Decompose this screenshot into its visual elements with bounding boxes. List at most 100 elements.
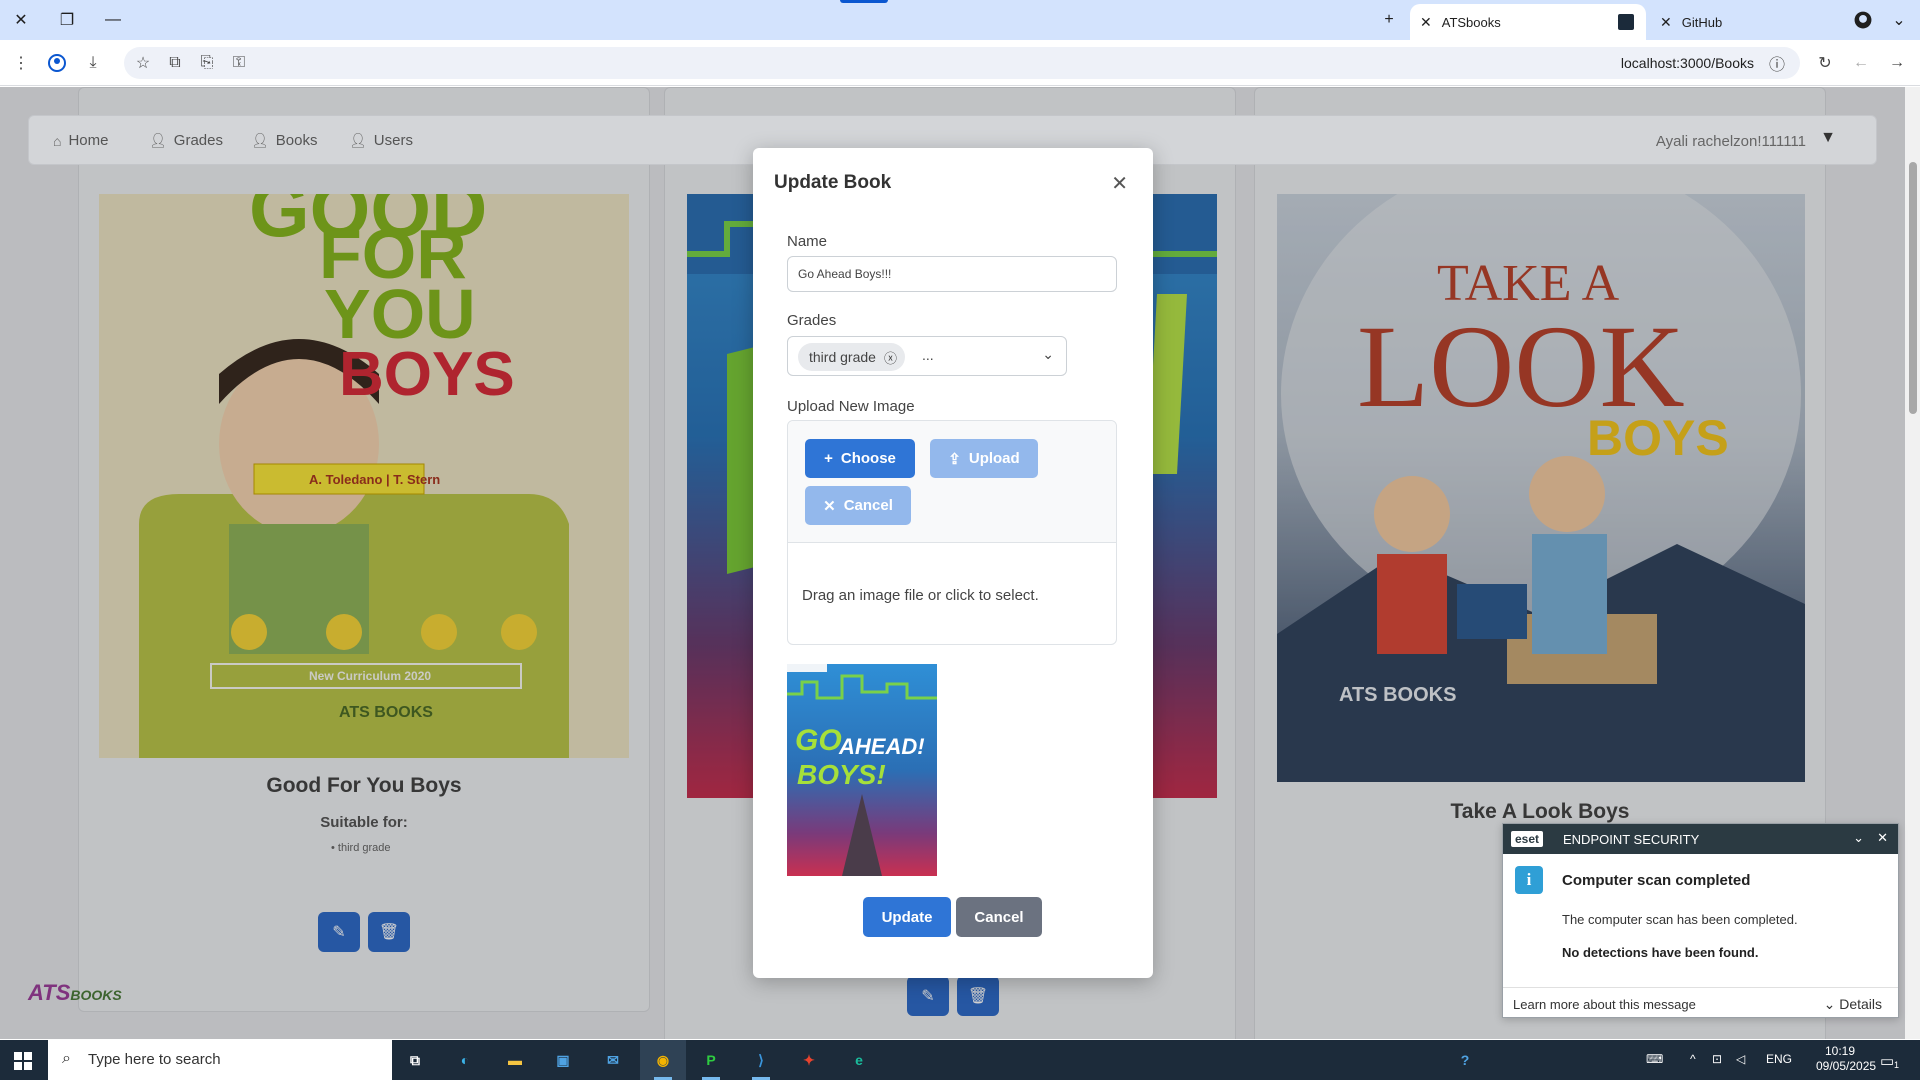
page-scrollbar[interactable]	[1905, 87, 1920, 1039]
grades-multiselect[interactable]: third grade ⓧ ... ⌄	[787, 336, 1067, 376]
tab-github[interactable]: ✕ GitHub	[1650, 4, 1840, 40]
scrollbar-thumb[interactable]	[1909, 162, 1917, 414]
volume-icon[interactable]: ◁	[1736, 1052, 1745, 1066]
update-book-dialog: Update Book ✕ Name Go Ahead Boys!!! Grad…	[753, 148, 1153, 978]
current-image-preview: GO AHEAD! BOYS!	[787, 664, 937, 876]
cancel-button[interactable]: Cancel	[956, 897, 1042, 937]
nav-item-home[interactable]: ⌂ Home	[53, 132, 108, 149]
preview-text: GO	[795, 724, 842, 757]
chevron-down-icon[interactable]: ⌄	[1042, 346, 1054, 363]
eset-notification: eset ENDPOINT SECURITY ⌄ ✕ i Computer sc…	[1502, 823, 1899, 1018]
windows-taskbar: ⌕ Type here to search ⧉ ◐ ▬ ▣ ✉ ◉ P ⟩ ✦ …	[0, 1040, 1920, 1080]
user-name: Ayali rachelzon!111111	[1655, 133, 1806, 150]
back-icon[interactable]: ←	[1850, 52, 1872, 74]
profile-icon[interactable]	[46, 52, 68, 74]
home-icon: ⌂	[53, 132, 62, 149]
eset-brand: ENDPOINT SECURITY	[1563, 832, 1700, 847]
learn-more-link[interactable]: Learn more about this message	[1513, 997, 1696, 1012]
keyboard-icon[interactable]: ⌨	[1646, 1052, 1663, 1066]
preview-text: AHEAD!	[839, 734, 925, 759]
update-button[interactable]: Update	[863, 897, 951, 937]
url-text[interactable]: localhost:3000/Books	[1621, 55, 1754, 71]
nav-item-users[interactable]: 👤︎ Users	[349, 132, 413, 149]
app-icon[interactable]: P	[698, 1048, 724, 1072]
edge-icon[interactable]: ◐	[452, 1048, 478, 1072]
download-icon[interactable]: ⤓	[82, 52, 104, 74]
notification-result: No detections have been found.	[1562, 945, 1759, 960]
minimize-icon[interactable]: —	[100, 8, 126, 32]
user-menu-caret-icon[interactable]: ▼	[1820, 129, 1836, 147]
site-info-icon[interactable]: ⓘ	[1766, 52, 1788, 74]
forward-icon[interactable]: →	[1886, 52, 1908, 74]
name-label: Name	[787, 233, 828, 250]
task-view-icon[interactable]: ⧉	[402, 1048, 428, 1072]
grade-chip: third grade ⓧ	[798, 343, 905, 371]
omnibox[interactable]: ☆ ⧉ ⎘ ⚿ localhost:3000/Books ⓘ	[124, 47, 1800, 79]
cast-icon[interactable]: ⎘	[196, 52, 218, 74]
file-explorer-icon[interactable]: ▬	[502, 1048, 528, 1072]
clock[interactable]: 10:19 09/05/2025	[1816, 1044, 1876, 1074]
show-hidden-icons[interactable]: ^	[1690, 1052, 1696, 1066]
postman-icon[interactable]: ✦	[796, 1048, 822, 1072]
info-icon: i	[1515, 866, 1543, 894]
help-icon[interactable]: ?	[1452, 1048, 1478, 1072]
tab-close-icon[interactable]: ✕	[1420, 14, 1432, 31]
upload-label: Upload New Image	[787, 398, 915, 415]
chrome-icon[interactable]: ◉	[650, 1048, 676, 1072]
tab-atsbooks[interactable]: ✕ ATSbooks	[1410, 4, 1646, 40]
eset-logo: eset	[1511, 831, 1544, 847]
more-indicator: ...	[922, 347, 934, 363]
upload-toolbar: + Choose ⇪ Upload ✕ Cancel	[788, 421, 1116, 543]
address-bar: ⋮ ⤓ ☆ ⧉ ⎘ ⚿ localhost:3000/Books ⓘ ↻ ← →	[0, 40, 1920, 86]
user-icon: 👤︎	[149, 132, 167, 148]
close-window-icon[interactable]: ✕	[8, 8, 34, 32]
eset-header: eset ENDPOINT SECURITY ⌄ ✕	[1503, 824, 1898, 854]
taskbar-search[interactable]: ⌕ Type here to search	[48, 1040, 392, 1080]
chevron-down-icon[interactable]: ⌄	[1886, 8, 1912, 32]
notification-body: The computer scan has been completed.	[1562, 912, 1798, 927]
notification-center-icon[interactable]: ▭	[1880, 1052, 1894, 1070]
notification-footer: Learn more about this message ⌄ Details	[1503, 987, 1898, 1018]
password-key-icon[interactable]: ⚿	[228, 52, 250, 74]
tab-scroll-indicator	[840, 0, 888, 3]
store-icon[interactable]: ▣	[550, 1048, 576, 1072]
star-icon[interactable]: ☆	[132, 52, 154, 74]
vscode-icon[interactable]: ⟩	[748, 1048, 774, 1072]
windows-start-icon[interactable]	[14, 1052, 32, 1070]
close-icon[interactable]: ✕	[1877, 830, 1888, 846]
search-icon: ⌕	[62, 1050, 71, 1067]
collapse-icon[interactable]: ⌄	[1853, 830, 1864, 846]
user-icon: 👤︎	[349, 132, 367, 148]
github-icon[interactable]	[1850, 8, 1876, 32]
upload-button[interactable]: ⇪ Upload	[930, 439, 1038, 478]
network-icon[interactable]: ⊡	[1712, 1052, 1722, 1066]
menu-icon[interactable]: ⋮	[10, 52, 32, 74]
dialog-title: Update Book	[774, 172, 892, 193]
file-upload: + Choose ⇪ Upload ✕ Cancel Drag an image fi…	[787, 420, 1117, 645]
tab-close-icon[interactable]: ✕	[1660, 14, 1672, 31]
choose-button[interactable]: + Choose	[805, 439, 915, 478]
browser-tab-bar: ✕ ❐ — + ✕ ATSbooks ✕ GitHub ⌄	[0, 0, 1920, 40]
new-tab-icon[interactable]: +	[1376, 8, 1402, 32]
grades-label: Grades	[787, 312, 837, 329]
search-placeholder: Type here to search	[88, 1051, 221, 1068]
drop-zone-text[interactable]: Drag an image file or click to select.	[802, 587, 1039, 604]
reload-icon[interactable]: ↻	[1814, 52, 1836, 74]
restore-icon[interactable]: ❐	[54, 8, 80, 32]
notification-count: 1	[1894, 1060, 1900, 1070]
nav-item-grades[interactable]: 👤︎ Grades	[149, 132, 223, 149]
chevron-down-icon: ⌄	[1823, 996, 1840, 1012]
name-input[interactable]: Go Ahead Boys!!!	[787, 256, 1117, 292]
tab-title: GitHub	[1681, 14, 1723, 30]
details-toggle[interactable]: ⌄ Details	[1824, 996, 1882, 1013]
translate-icon[interactable]: ⧉	[164, 52, 186, 74]
language-indicator[interactable]: ENG	[1766, 1052, 1792, 1066]
cancel-upload-button[interactable]: ✕ Cancel	[805, 486, 911, 525]
remove-chip-icon[interactable]: ⓧ	[884, 348, 897, 367]
app-e-icon[interactable]: e	[846, 1048, 872, 1072]
close-icon[interactable]: ✕	[1111, 171, 1128, 196]
user-icon: 👤︎	[251, 132, 269, 148]
mail-icon[interactable]: ✉	[600, 1048, 626, 1072]
nav-item-books[interactable]: 👤︎ Books	[251, 132, 317, 149]
react-favicon-icon	[1618, 14, 1634, 30]
